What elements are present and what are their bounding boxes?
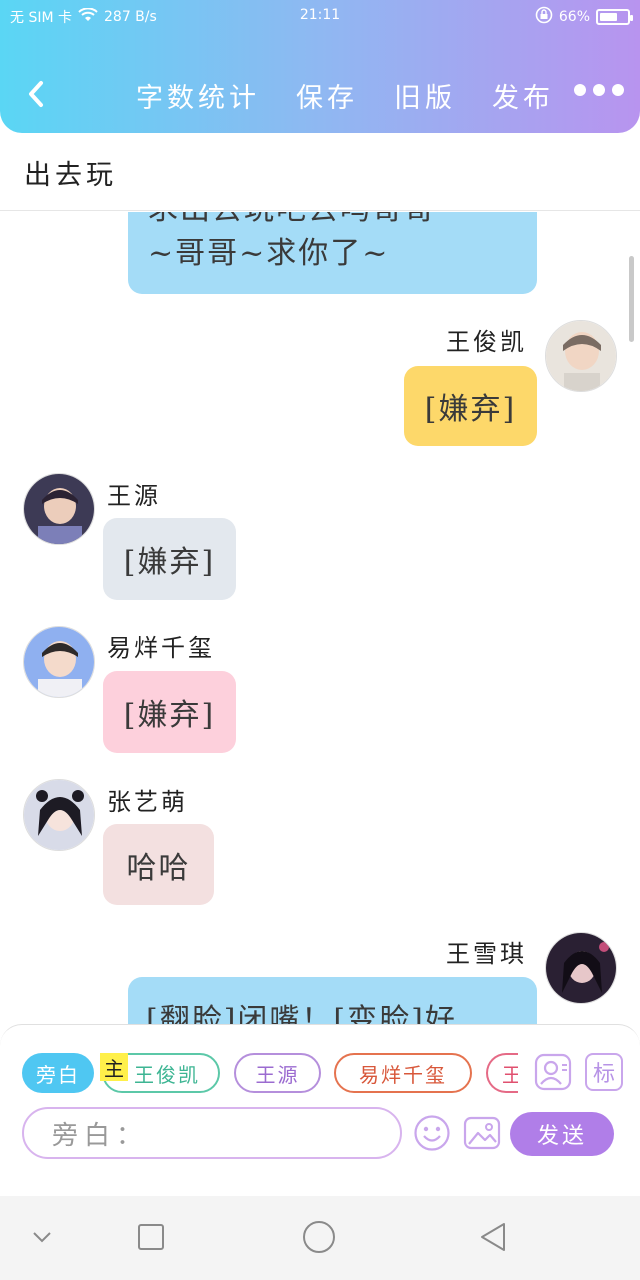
message-bubble[interactable]: 求出去玩吧去吗哥哥 ~哥哥~求你了~ [128,212,537,294]
back-button[interactable] [18,74,54,114]
more-options-icon[interactable] [574,84,624,96]
message-bubble[interactable]: [嫌弃] [103,671,236,753]
sender-name: 易烊千玺 [107,634,215,662]
message-text: [嫌弃] [424,392,517,427]
avatar[interactable] [23,626,95,698]
message-bubble[interactable]: [翻脸]闭嘴！[变脸]好 [128,977,537,1024]
role-manage-icon[interactable] [534,1053,572,1091]
battery-icon [596,9,633,25]
role-chip-label: 王 [502,1059,518,1088]
narration-chip[interactable]: 旁白 [22,1053,94,1093]
app-header: 无 SIM 卡 287 B/s 21:11 66% 字数统计 保存 旧版 发布 [0,0,640,133]
battery-percent: 66% [558,9,590,25]
sender-name: 王俊凯 [446,328,527,356]
toolbar: 字数统计 保存 旧版 发布 [0,70,640,122]
scrollbar-thumb[interactable] [629,256,634,342]
sender-name: 王雪琪 [446,940,527,968]
nav-recents-icon[interactable] [137,1223,165,1255]
message-text: 求出去玩吧去吗哥哥 [148,212,436,232]
input-panel: 旁白 王俊凯 主 王源 易烊千玺 王 标 旁白： 发送 [0,1024,640,1196]
role-chip-wang-yuan[interactable]: 王源 [234,1053,321,1093]
avatar[interactable] [23,473,95,545]
avatar[interactable] [23,779,95,851]
old-version-button[interactable]: 旧版 [394,76,456,115]
message-text: ~哥哥~求你了~ [148,236,390,271]
role-chip-partial[interactable]: 王 [486,1053,518,1093]
message-text: [嫌弃] [123,545,216,580]
nav-down-icon[interactable] [28,1222,56,1254]
message-text: [翻脸]闭嘴！[变脸]好 [146,1003,457,1024]
input-placeholder: 旁白： [52,1120,149,1151]
emoji-icon[interactable] [413,1114,451,1152]
page-title: 出去玩 [24,160,117,191]
message-text: 哈哈 [126,850,191,886]
role-chip-yi-yangqianxi[interactable]: 易烊千玺 [334,1053,472,1093]
message-bubble[interactable]: [嫌弃] [404,366,537,446]
tag-icon[interactable]: 标 [585,1053,623,1091]
message-text: [嫌弃] [123,698,216,733]
main-role-marker: 主 [100,1053,128,1081]
nav-back-icon[interactable] [476,1220,510,1258]
status-bar: 无 SIM 卡 287 B/s 21:11 66% [0,0,640,32]
publish-button[interactable]: 发布 [492,76,554,115]
nav-home-icon[interactable] [302,1220,336,1258]
send-button[interactable]: 发送 [510,1112,614,1156]
sender-name: 王源 [107,482,161,510]
message-bubble[interactable]: 哈哈 [103,824,214,905]
role-chip-label: 王俊凯 [134,1062,200,1087]
rotation-lock-icon [535,6,553,28]
system-nav-bar [0,1196,640,1280]
message-input[interactable]: 旁白： [22,1107,402,1159]
image-icon[interactable] [463,1114,501,1152]
save-button[interactable]: 保存 [296,76,358,115]
avatar[interactable] [545,932,617,1004]
word-count-button[interactable]: 字数统计 [136,76,260,115]
message-bubble[interactable]: [嫌弃] [103,518,236,600]
chat-list[interactable]: 求出去玩吧去吗哥哥 ~哥哥~求你了~ 王俊凯 [嫌弃] 王源 [嫌弃] 易烊千玺… [0,212,640,1024]
chevron-left-icon [29,81,43,107]
title-bar: 出去玩 [0,133,640,211]
sender-name: 张艺萌 [107,788,188,816]
avatar[interactable] [545,320,617,392]
tag-label: 标 [592,1062,615,1087]
